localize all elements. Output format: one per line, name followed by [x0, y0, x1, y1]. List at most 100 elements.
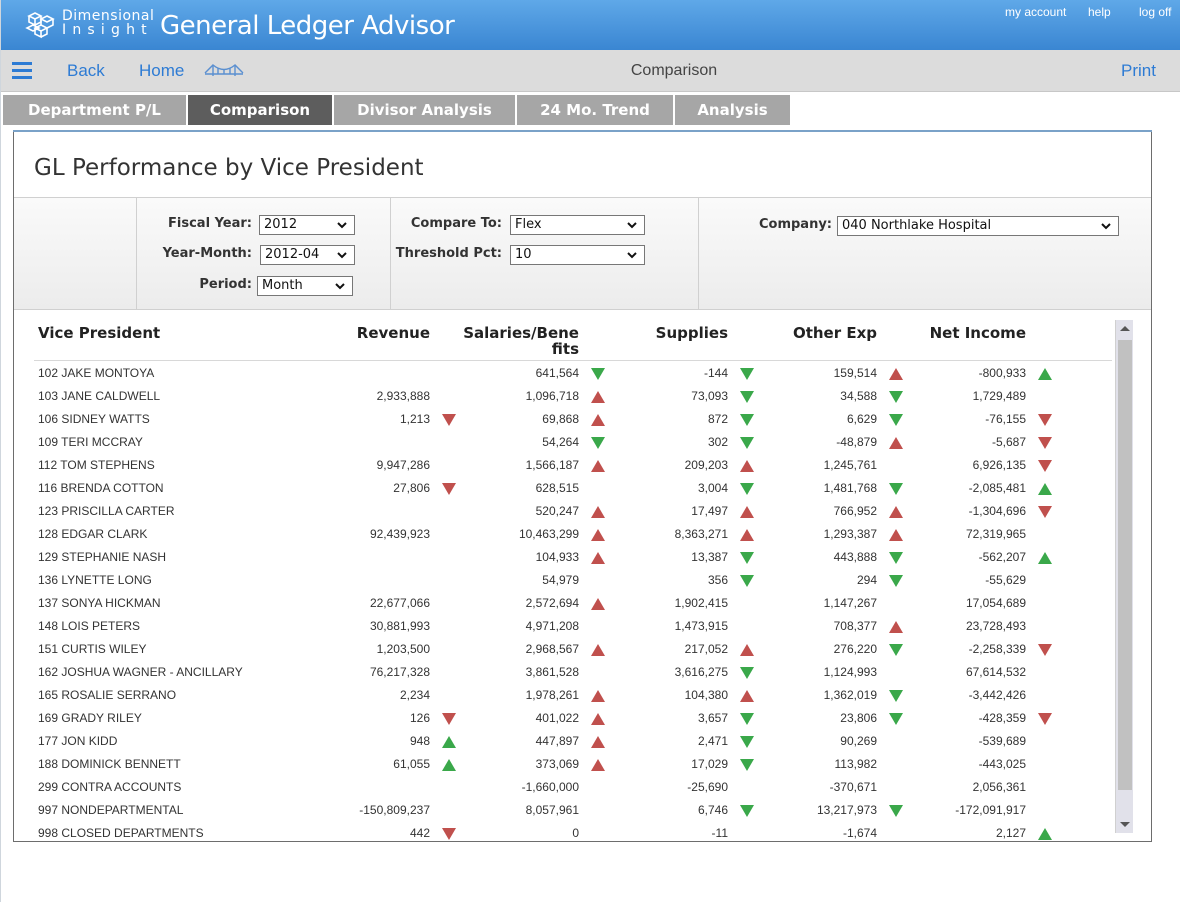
table-row[interactable]: 123 PRISCILLA CARTER 520,247 17,497 766,952… [14, 500, 1114, 523]
table-row[interactable]: 151 CURTIS WILEY 1,203,500 2,968,567 217,05… [14, 638, 1114, 661]
net-income-cell[interactable]: -1,304,696 [906, 504, 1026, 518]
revenue-cell[interactable]: 2,234 [310, 688, 430, 702]
table-row[interactable]: 299 CONTRA ACCOUNTS -1,660,000 -25,690 -370… [14, 776, 1114, 799]
tab-24-mo-trend[interactable]: 24 Mo. Trend [517, 95, 673, 125]
net-income-cell[interactable]: 2,056,361 [906, 780, 1026, 794]
supplies-cell[interactable]: -144 [608, 366, 728, 380]
table-row[interactable]: 136 LYNETTE LONG 54,979 356 294 -55,629 [14, 569, 1114, 592]
vp-name-cell[interactable]: 997 NONDEPARTMENTAL [38, 803, 183, 817]
salaries-cell[interactable]: 520,247 [459, 504, 579, 518]
other-exp-cell[interactable]: 1,293,387 [757, 527, 877, 541]
col-header-revenue[interactable]: Revenue [314, 325, 430, 341]
supplies-cell[interactable]: 3,657 [608, 711, 728, 725]
vp-name-cell[interactable]: 109 TERI MCCRAY [38, 435, 143, 449]
menu-icon[interactable] [12, 62, 32, 80]
supplies-cell[interactable]: 17,029 [608, 757, 728, 771]
salaries-cell[interactable]: 1,096,718 [459, 389, 579, 403]
table-row[interactable]: 103 JANE CALDWELL 2,933,888 1,096,718 73,09… [14, 385, 1114, 408]
table-row[interactable]: 128 EDGAR CLARK 92,439,923 10,463,299 8,363… [14, 523, 1114, 546]
other-exp-cell[interactable]: 23,806 [757, 711, 877, 725]
vp-name-cell[interactable]: 102 JAKE MONTOYA [38, 366, 154, 380]
supplies-cell[interactable]: 1,473,915 [608, 619, 728, 633]
salaries-cell[interactable]: 3,861,528 [459, 665, 579, 679]
salaries-cell[interactable]: -1,660,000 [459, 780, 579, 794]
supplies-cell[interactable]: 17,497 [608, 504, 728, 518]
table-row[interactable]: 137 SONYA HICKMAN 22,677,066 2,572,694 1,90… [14, 592, 1114, 615]
supplies-cell[interactable]: 209,203 [608, 458, 728, 472]
vp-name-cell[interactable]: 123 PRISCILLA CARTER [38, 504, 175, 518]
net-income-cell[interactable]: -562,207 [906, 550, 1026, 564]
table-row[interactable]: 102 JAKE MONTOYA 641,564 -144 159,514 -800,9… [14, 362, 1114, 385]
revenue-cell[interactable]: 22,677,066 [310, 596, 430, 610]
supplies-cell[interactable]: 8,363,271 [608, 527, 728, 541]
supplies-cell[interactable]: 872 [608, 412, 728, 426]
supplies-cell[interactable]: 3,004 [608, 481, 728, 495]
net-income-cell[interactable]: 17,054,689 [906, 596, 1026, 610]
salaries-cell[interactable]: 54,979 [459, 573, 579, 587]
salaries-cell[interactable]: 4,971,208 [459, 619, 579, 633]
salaries-cell[interactable]: 641,564 [459, 366, 579, 380]
salaries-cell[interactable]: 2,968,567 [459, 642, 579, 656]
table-row[interactable]: 116 BRENDA COTTON 27,806 628,515 3,004 1,481… [14, 477, 1114, 500]
compare-to-select[interactable]: Flex [510, 215, 645, 235]
other-exp-cell[interactable]: 443,888 [757, 550, 877, 564]
other-exp-cell[interactable]: 34,588 [757, 389, 877, 403]
help-link[interactable]: help [1088, 5, 1111, 19]
company-select[interactable]: 040 Northlake Hospital [837, 216, 1119, 236]
fiscal-year-select[interactable]: 2012 [259, 215, 355, 235]
other-exp-cell[interactable]: 1,362,019 [757, 688, 877, 702]
table-row[interactable]: 106 SIDNEY WATTS 1,213 69,868 872 6,629 -76,1… [14, 408, 1114, 431]
supplies-cell[interactable]: 3,616,275 [608, 665, 728, 679]
salaries-cell[interactable]: 2,572,694 [459, 596, 579, 610]
vp-name-cell[interactable]: 137 SONYA HICKMAN [38, 596, 160, 610]
supplies-cell[interactable]: -25,690 [608, 780, 728, 794]
supplies-cell[interactable]: -11 [608, 826, 728, 840]
net-income-cell[interactable]: -172,091,917 [906, 803, 1026, 817]
vp-name-cell[interactable]: 165 ROSALIE SERRANO [38, 688, 176, 702]
vp-name-cell[interactable]: 129 STEPHANIE NASH [38, 550, 166, 564]
other-exp-cell[interactable]: -1,674 [757, 826, 877, 840]
other-exp-cell[interactable]: -370,671 [757, 780, 877, 794]
revenue-cell[interactable]: 442 [310, 826, 430, 840]
vertical-scrollbar[interactable] [1115, 320, 1133, 833]
print-link[interactable]: Print [1121, 61, 1156, 81]
col-header-salaries[interactable]: Salaries/Bene fits [454, 325, 579, 357]
revenue-cell[interactable]: 126 [310, 711, 430, 725]
other-exp-cell[interactable]: 159,514 [757, 366, 877, 380]
vp-name-cell[interactable]: 103 JANE CALDWELL [38, 389, 160, 403]
salaries-cell[interactable]: 1,566,187 [459, 458, 579, 472]
table-row[interactable]: 998 CLOSED DEPARTMENTS 442 0 -11 -1,674 2,127 [14, 822, 1114, 845]
vp-name-cell[interactable]: 116 BRENDA COTTON [38, 481, 164, 495]
log-off-link[interactable]: log off [1139, 5, 1171, 19]
salaries-cell[interactable]: 447,897 [459, 734, 579, 748]
net-income-cell[interactable]: 72,319,965 [906, 527, 1026, 541]
net-income-cell[interactable]: -800,933 [906, 366, 1026, 380]
tab-comparison[interactable]: Comparison [188, 95, 332, 125]
other-exp-cell[interactable]: 294 [757, 573, 877, 587]
year-month-select[interactable]: 2012-04 [260, 245, 355, 265]
salaries-cell[interactable]: 10,463,299 [459, 527, 579, 541]
vp-name-cell[interactable]: 151 CURTIS WILEY [38, 642, 146, 656]
other-exp-cell[interactable]: 1,481,768 [757, 481, 877, 495]
vp-name-cell[interactable]: 106 SIDNEY WATTS [38, 412, 150, 426]
net-income-cell[interactable]: 67,614,532 [906, 665, 1026, 679]
tab-department-pl[interactable]: Department P/L [3, 95, 186, 125]
other-exp-cell[interactable]: 276,220 [757, 642, 877, 656]
net-income-cell[interactable]: -55,629 [906, 573, 1026, 587]
revenue-cell[interactable]: 1,203,500 [310, 642, 430, 656]
other-exp-cell[interactable]: 1,245,761 [757, 458, 877, 472]
salaries-cell[interactable]: 1,978,261 [459, 688, 579, 702]
table-row[interactable]: 112 TOM STEPHENS 9,947,286 1,566,187 209,20… [14, 454, 1114, 477]
revenue-cell[interactable]: -150,809,237 [310, 803, 430, 817]
other-exp-cell[interactable]: 90,269 [757, 734, 877, 748]
table-row[interactable]: 129 STEPHANIE NASH 104,933 13,387 443,888 -5… [14, 546, 1114, 569]
threshold-pct-select[interactable]: 10 [510, 245, 645, 265]
revenue-cell[interactable]: 9,947,286 [310, 458, 430, 472]
other-exp-cell[interactable]: 6,629 [757, 412, 877, 426]
other-exp-cell[interactable]: 708,377 [757, 619, 877, 633]
salaries-cell[interactable]: 0 [459, 826, 579, 840]
supplies-cell[interactable]: 217,052 [608, 642, 728, 656]
back-link[interactable]: Back [67, 61, 105, 81]
vp-name-cell[interactable]: 112 TOM STEPHENS [38, 458, 155, 472]
supplies-cell[interactable]: 104,380 [608, 688, 728, 702]
